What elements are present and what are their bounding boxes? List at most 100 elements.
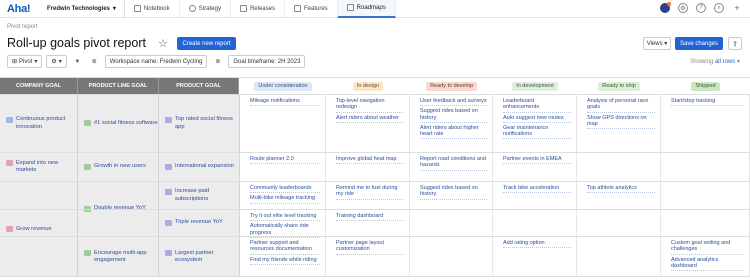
notebook-icon [133,5,141,12]
tab-label: Releases [249,5,275,12]
tab-roadmaps[interactable]: Roadmaps [337,0,396,18]
feature-link[interactable]: Custom goal setting and challenges [671,240,744,255]
create-new-report-button[interactable]: Create new report [177,37,236,50]
settings-button[interactable]: ⚙ ▾ [46,55,67,68]
feature-link[interactable]: Improve global heat map [336,156,404,165]
header-status[interactable]: Ready to develop [410,78,493,94]
status-cell [410,210,493,236]
feature-link[interactable]: Training dashboard [336,213,404,222]
feature-link[interactable]: Find my friends while riding [250,257,320,265]
tab-strategy[interactable]: Strategy [180,0,231,18]
feature-link[interactable]: Partner support and resources documentat… [250,240,320,255]
status-cell: Partner events in EMEA [493,153,577,181]
status-cell: Improve global heat map [326,153,410,181]
feature-link[interactable]: Analysis of personal race goals [587,98,655,113]
tab-label: Roadmaps [356,4,386,11]
feature-link[interactable]: Route planner 2.0 [250,156,320,165]
feature-link[interactable]: Add rating option [503,240,571,249]
feature-link[interactable]: Top athlete analytics [587,185,655,194]
status-cell: Add rating option [493,237,577,276]
status-badge: In design [352,81,384,91]
feature-link[interactable]: Gear maintenance notifications [503,125,571,140]
workspace-name: Fredwin Technologies [47,5,110,12]
tab-features[interactable]: Features [285,0,338,18]
feature-link[interactable]: Multi-bike mileage tracking [250,195,320,204]
feature-link[interactable]: Advanced analytics dashboard [671,257,744,272]
filter-icon[interactable]: ▼ [71,55,84,68]
feature-link[interactable]: Alert riders about weather [336,115,404,123]
status-cell: Partner support and resources documentat… [240,237,326,276]
share-icon[interactable]: ⇪ [728,37,742,50]
feature-link[interactable]: Suggest rides based on history [420,185,487,200]
table-row: Partner support and resources documentat… [0,236,750,277]
feature-link[interactable]: Partner page layout customization [336,240,404,255]
feature-link[interactable]: User feedback and surveys [420,98,487,107]
header-status[interactable]: In design [326,78,410,94]
feature-link[interactable]: Partner events in EMEA [503,156,571,165]
header-company-goal[interactable]: COMPANY GOAL [0,78,78,94]
header-status[interactable]: Under consideration [240,78,326,94]
feature-link[interactable]: Suggest rides based on history [420,108,487,123]
header-status[interactable]: Shipped [661,78,750,94]
feature-link[interactable]: Community leaderboards [250,185,320,194]
header-product-line-goal[interactable]: PRODUCT LINE GOAL [78,78,159,94]
rows-shown-selector[interactable]: Showing all rows ▾ [690,58,740,65]
feature-link[interactable]: Report road conditions and hazards [420,156,487,171]
app-logo[interactable]: Aha! [7,3,45,15]
status-cell [661,210,750,236]
pivot-label: Pivot [19,58,33,65]
pivot-button[interactable]: ⊞ Pivot ▾ [7,55,43,68]
chevron-down-icon: ▾ [58,59,62,65]
features-icon [293,5,301,12]
feature-link[interactable]: Auto suggest new routes [503,115,571,123]
gear-icon: ⚙ [51,59,57,65]
header-status[interactable]: Ready to ship [577,78,661,94]
breadcrumb[interactable]: Pivot report [7,24,38,30]
gear-icon[interactable]: ⚙ [678,3,688,13]
timeframe-filter-chip[interactable]: Goal timeframe: 2H 2023 [228,55,306,68]
page-title: Roll-up goals pivot report [7,36,146,50]
status-cell: Report road conditions and hazards [410,153,493,181]
status-badge: Shipped [691,81,720,91]
feature-link[interactable]: Alert riders about higher heart rate [420,125,487,140]
header-status[interactable]: In development [493,78,577,94]
status-badge: Ready to ship [598,81,640,91]
showing-value: all rows [714,59,736,65]
search-icon[interactable]: ⌕ [714,3,724,13]
remove-filter-icon[interactable]: ⊗ [88,55,101,68]
star-icon[interactable]: ☆ [158,37,168,50]
top-navigation: Aha! Fredwin Technologies ▾ Notebook Str… [0,0,750,18]
status-cell: Top athlete analytics [577,182,661,209]
pivot-icon: ⊞ [12,59,18,65]
status-badge: Under consideration [254,81,312,91]
table-row: Mileage notifications Top-level navigatio… [0,94,750,152]
status-cell: Training dashboard [326,210,410,236]
feature-link[interactable]: Remind me to fuel during my ride [336,185,404,200]
feature-link[interactable]: Top-level navigation redesign [336,98,404,113]
add-icon[interactable]: + [732,3,742,13]
feature-link[interactable]: Start/stop tracking [671,98,744,107]
avatar[interactable] [660,2,671,13]
feature-link[interactable]: Track bike acceleration [503,185,571,194]
header-product-goal[interactable]: PRODUCT GOAL [159,78,239,94]
feature-link[interactable]: Show GPS directions on map [587,115,655,130]
tab-releases[interactable]: Releases [231,0,285,18]
remove-filter-icon[interactable]: ⊗ [211,55,224,68]
views-button[interactable]: Views ▾ [643,37,671,50]
status-cell: Route planner 2.0 [240,153,326,181]
tab-notebook[interactable]: Notebook [125,0,180,18]
status-cell: Custom goal setting and challenges Advanc… [661,237,750,276]
help-icon[interactable]: ? [696,3,706,13]
status-cell: Analysis of personal race goals Show GPS … [577,95,661,152]
feature-link[interactable]: Leaderboard enhancements [503,98,571,113]
chevron-down-icon: ▾ [736,59,740,65]
workspace-selector[interactable]: Fredwin Technologies ▾ [45,0,125,18]
chevron-down-icon: ▾ [112,6,116,12]
feature-link[interactable]: Mileage notifications [250,98,320,107]
feature-link[interactable]: Try it out elite level tracking [250,213,320,222]
save-changes-button[interactable]: Save changes [675,37,723,50]
chevron-down-icon: ▾ [664,41,668,47]
workspace-filter-chip[interactable]: Workspace name: Fredwin Cycling [104,55,208,68]
table-row: Community leaderboards Multi-bike mileage… [0,181,750,209]
tab-label: Notebook [143,5,170,12]
